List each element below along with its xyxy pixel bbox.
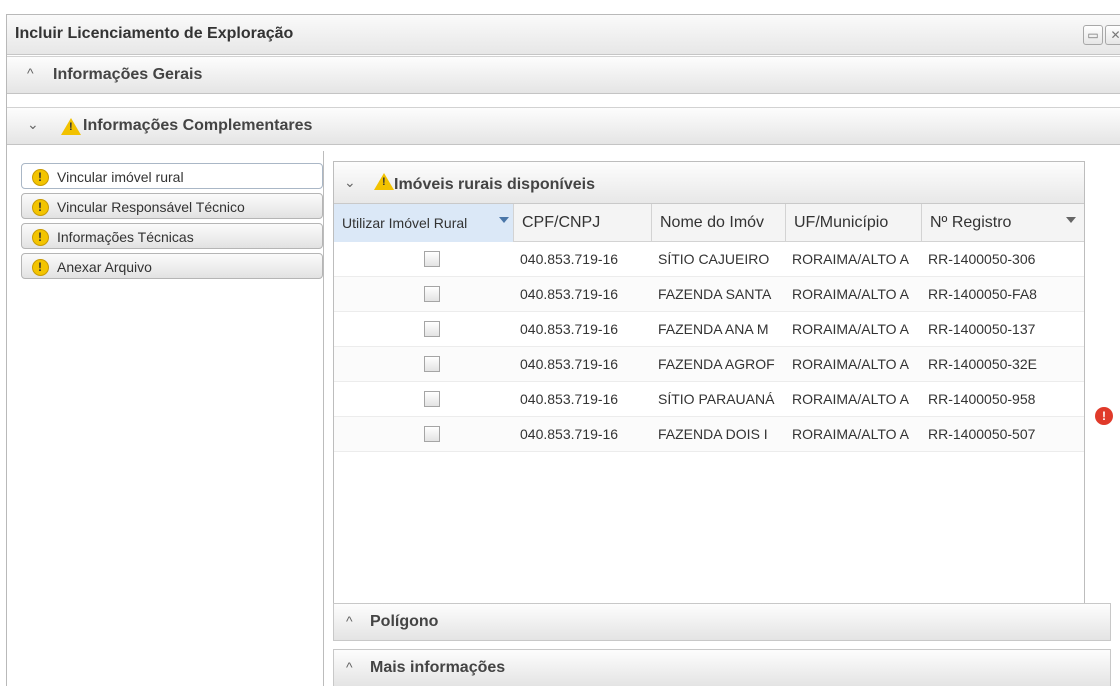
cell-uf: RORAIMA/ALTO A — [792, 286, 909, 302]
nav-label: Vincular Responsável Técnico — [57, 199, 245, 215]
cell-registro: RR-1400050-32E — [928, 356, 1037, 372]
section-informacoes-complementares[interactable]: ⌄ Informações Complementares — [7, 107, 1120, 145]
cell-registro: RR-1400050-137 — [928, 321, 1036, 337]
col-label: Nº Registro — [930, 214, 1012, 231]
col-registro[interactable]: Nº Registro — [922, 204, 1086, 242]
col-utilizar[interactable]: Utilizar Imóvel Rural — [334, 204, 514, 242]
col-cpf[interactable]: CPF/CNPJ — [514, 204, 652, 242]
section-informacoes-gerais[interactable]: ^ Informações Gerais — [7, 56, 1120, 94]
utilizar-checkbox[interactable] — [424, 286, 440, 302]
warning-icon — [374, 173, 394, 190]
col-label: Nome do Imóv — [660, 214, 765, 231]
section-label: Polígono — [370, 613, 439, 630]
warning-icon — [32, 169, 49, 186]
chevron-up-icon: ^ — [346, 659, 353, 675]
nav-label: Anexar Arquivo — [57, 259, 152, 275]
close-icon[interactable]: ✕ — [1105, 25, 1120, 45]
cell-nome: FAZENDA SANTA — [658, 286, 772, 302]
cell-uf: RORAIMA/ALTO A — [792, 356, 909, 372]
warning-icon — [32, 199, 49, 216]
cell-nome: FAZENDA ANA M — [658, 321, 769, 337]
column-menu-icon[interactable] — [1066, 217, 1076, 223]
utilizar-checkbox[interactable] — [424, 391, 440, 407]
cell-nome: FAZENDA DOIS I — [658, 426, 768, 442]
cell-uf: RORAIMA/ALTO A — [792, 426, 909, 442]
cell-cpf: 040.853.719-16 — [520, 391, 619, 407]
cell-uf: RORAIMA/ALTO A — [792, 391, 909, 407]
dialog-titlebar: Incluir Licenciamento de Exploração ▭ ✕ — [7, 15, 1120, 55]
cell-registro: RR-1400050-958 — [928, 391, 1036, 407]
chevron-up-icon: ^ — [27, 65, 34, 81]
sort-down-icon[interactable] — [499, 217, 509, 223]
nav-anexar-arquivo[interactable]: Anexar Arquivo — [21, 253, 323, 279]
chevron-up-icon: ^ — [346, 613, 353, 629]
table-row[interactable]: 040.853.719-16 FAZENDA ANA M RORAIMA/ALT… — [334, 312, 1084, 347]
nav-vincular-imovel-rural[interactable]: Vincular imóvel rural — [21, 163, 323, 189]
table-row[interactable]: 040.853.719-16 FAZENDA DOIS I RORAIMA/AL… — [334, 417, 1084, 452]
section-mais-informacoes[interactable]: ^ Mais informações — [333, 649, 1111, 686]
warning-icon — [32, 229, 49, 246]
cell-uf: RORAIMA/ALTO A — [792, 321, 909, 337]
cell-cpf: 040.853.719-16 — [520, 356, 619, 372]
cell-registro: RR-1400050-306 — [928, 251, 1036, 267]
col-label: Utilizar Imóvel Rural — [342, 215, 468, 231]
imoveis-title: Imóveis rurais disponíveis — [394, 176, 595, 193]
utilizar-checkbox[interactable] — [424, 251, 440, 267]
cell-cpf: 040.853.719-16 — [520, 426, 619, 442]
imoveis-panel: ⌄ Imóveis rurais disponíveis Utilizar Im… — [333, 161, 1085, 613]
imoveis-panel-header[interactable]: ⌄ Imóveis rurais disponíveis — [334, 162, 1084, 204]
table-row[interactable]: 040.853.719-16 FAZENDA SANTA RORAIMA/ALT… — [334, 277, 1084, 312]
cell-nome: FAZENDA AGROF — [658, 356, 775, 372]
utilizar-checkbox[interactable] — [424, 321, 440, 337]
table-row[interactable]: 040.853.719-16 FAZENDA AGROF RORAIMA/ALT… — [334, 347, 1084, 382]
col-label: CPF/CNPJ — [522, 214, 601, 231]
grid-body: 040.853.719-16 SÍTIO CAJUEIRO RORAIMA/AL… — [334, 242, 1084, 614]
maximize-icon[interactable]: ▭ — [1083, 25, 1103, 45]
nav-vincular-responsavel-tecnico[interactable]: Vincular Responsável Técnico — [21, 193, 323, 219]
grid-header: Utilizar Imóvel Rural CPF/CNPJ Nome do I… — [334, 204, 1084, 242]
section-label: Mais informações — [370, 659, 506, 676]
col-nome[interactable]: Nome do Imóv — [652, 204, 786, 242]
left-nav: Vincular imóvel rural Vincular Responsáv… — [21, 163, 323, 283]
dialog-window: Incluir Licenciamento de Exploração ▭ ✕ … — [6, 14, 1120, 686]
cell-cpf: 040.853.719-16 — [520, 321, 619, 337]
panel-divider — [323, 151, 324, 686]
col-label: UF/Município — [794, 214, 889, 231]
nav-label: Vincular imóvel rural — [57, 169, 184, 185]
warning-icon — [32, 259, 49, 276]
cell-cpf: 040.853.719-16 — [520, 286, 619, 302]
error-icon[interactable]: ! — [1095, 407, 1113, 425]
cell-nome: SÍTIO CAJUEIRO — [658, 251, 770, 267]
cell-nome: SÍTIO PARAUANÁ — [658, 391, 775, 407]
utilizar-checkbox[interactable] — [424, 356, 440, 372]
warning-icon — [61, 118, 81, 135]
dialog-title: Incluir Licenciamento de Exploração — [15, 25, 294, 42]
cell-uf: RORAIMA/ALTO A — [792, 251, 909, 267]
utilizar-checkbox[interactable] — [424, 426, 440, 442]
section-poligono[interactable]: ^ Polígono — [333, 603, 1111, 641]
col-uf[interactable]: UF/Município — [786, 204, 922, 242]
table-row[interactable]: 040.853.719-16 SÍTIO CAJUEIRO RORAIMA/AL… — [334, 242, 1084, 277]
cell-registro: RR-1400050-FA8 — [928, 286, 1037, 302]
nav-label: Informações Técnicas — [57, 229, 194, 245]
table-row[interactable]: 040.853.719-16 SÍTIO PARAUANÁ RORAIMA/AL… — [334, 382, 1084, 417]
cell-registro: RR-1400050-507 — [928, 426, 1036, 442]
section-label: Informações Gerais — [53, 66, 203, 83]
nav-informacoes-tecnicas[interactable]: Informações Técnicas — [21, 223, 323, 249]
chevron-down-icon: ⌄ — [27, 116, 39, 132]
cell-cpf: 040.853.719-16 — [520, 251, 619, 267]
chevron-down-icon: ⌄ — [344, 174, 356, 190]
section-label: Informações Complementares — [83, 117, 313, 134]
